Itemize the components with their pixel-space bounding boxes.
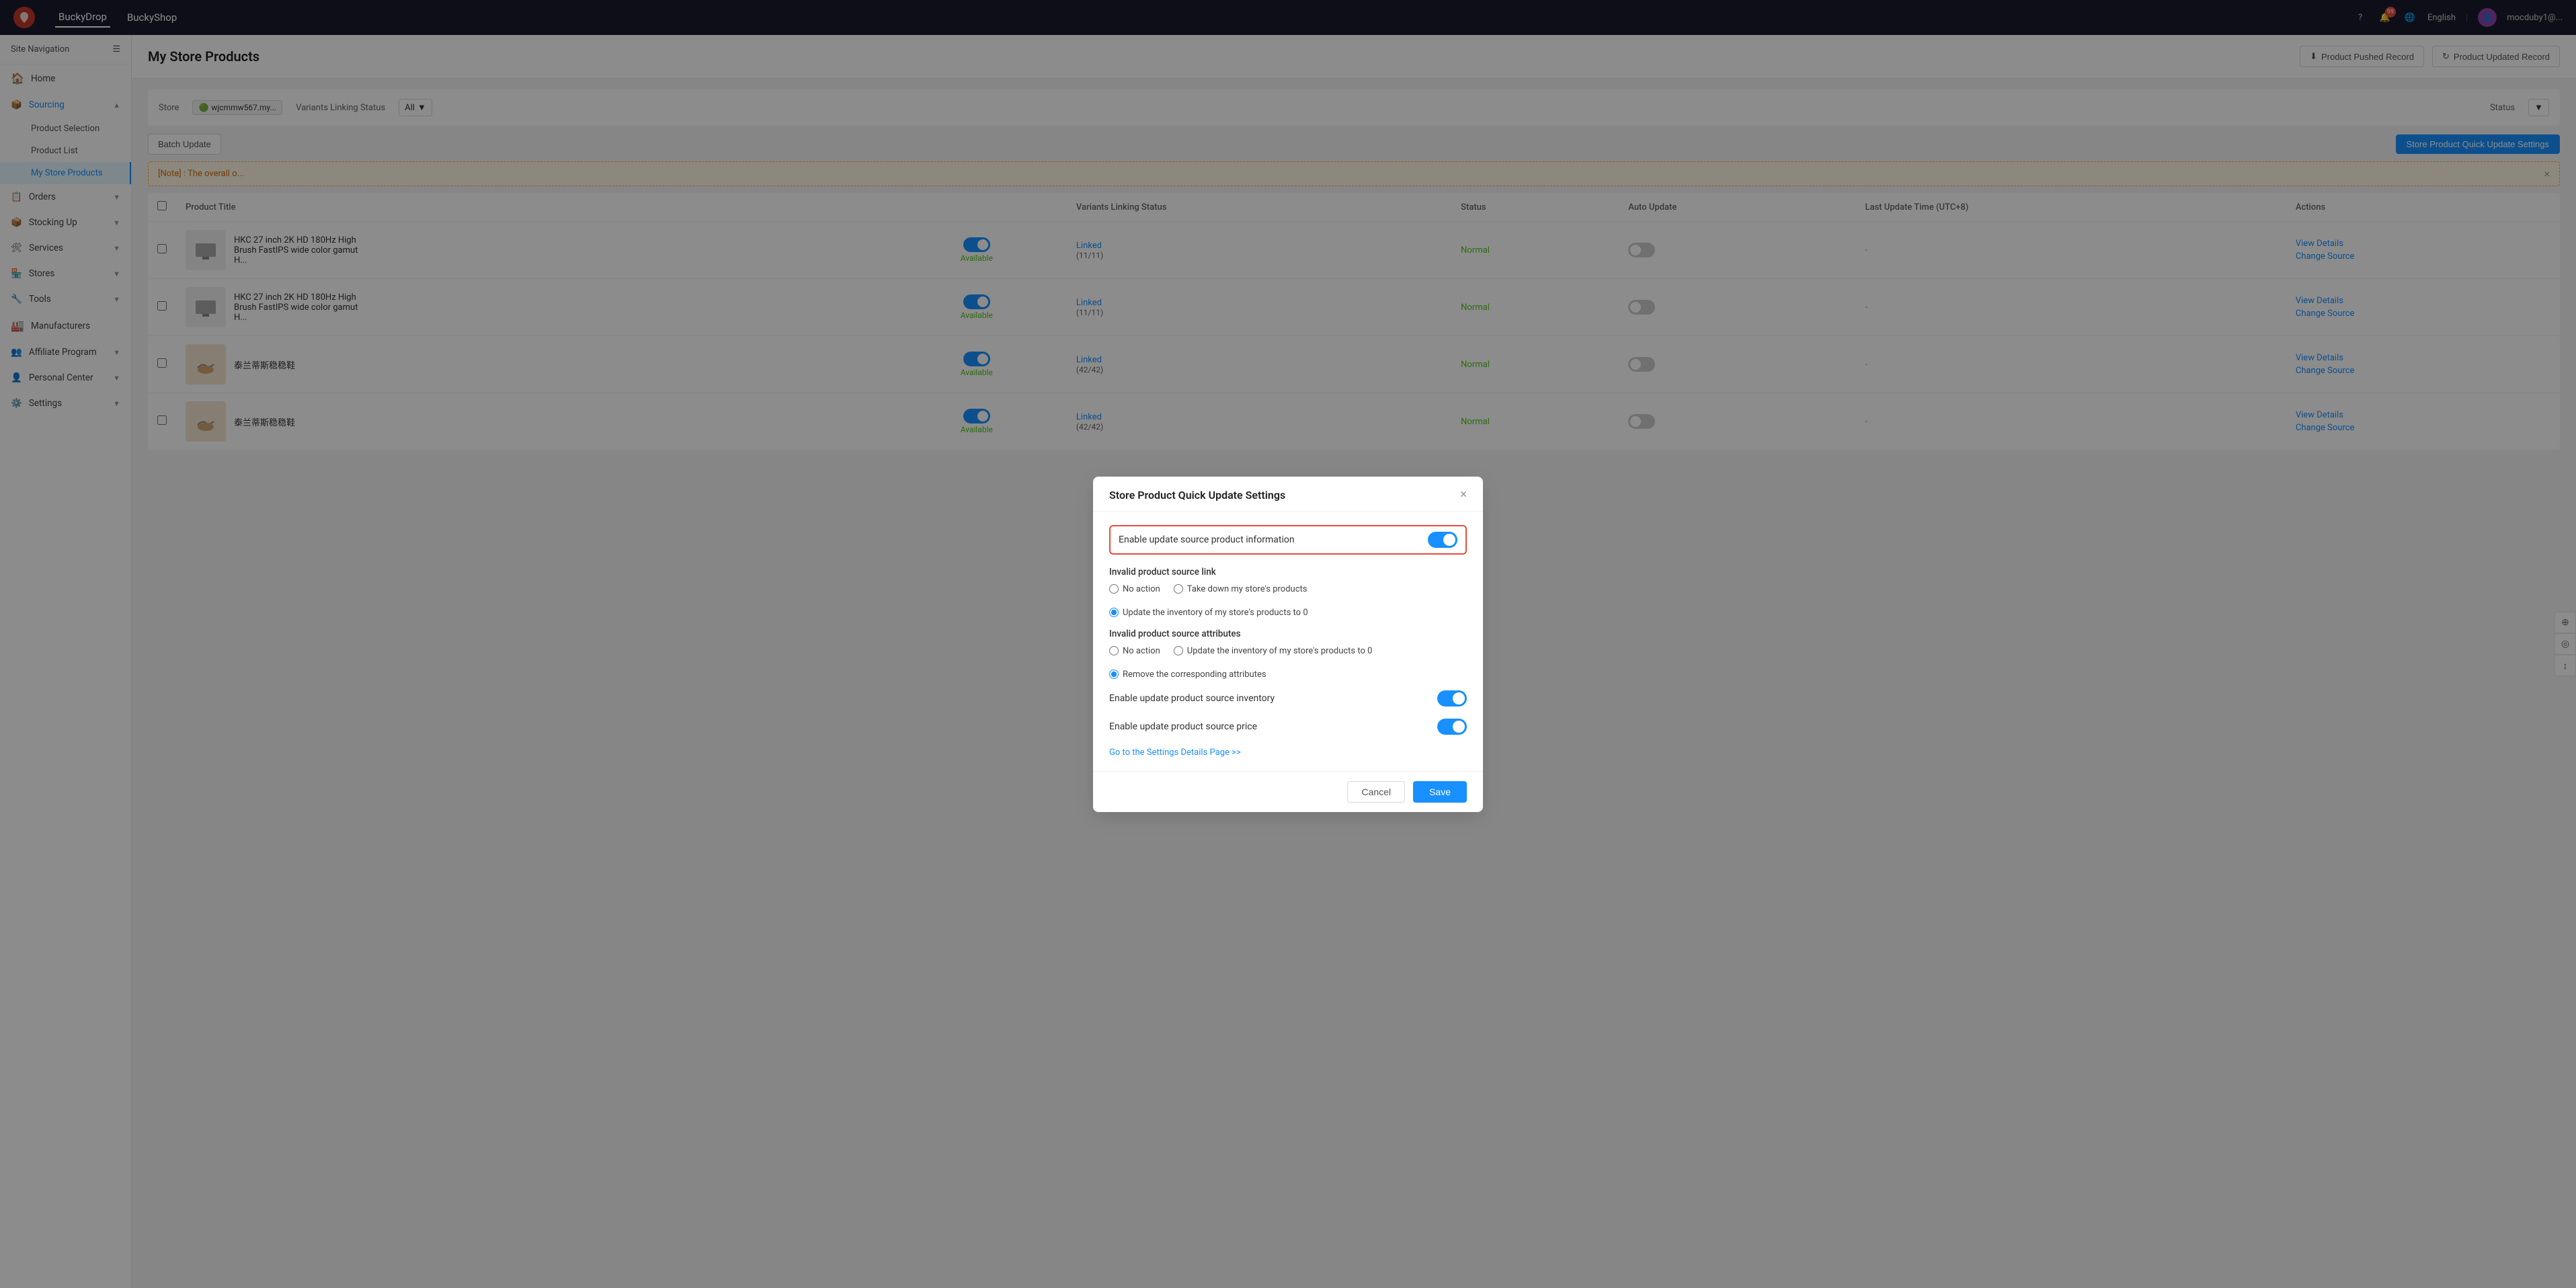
cancel-button[interactable]: Cancel [1347,781,1405,803]
settings-link-row: Go to the Settings Details Page >> [1109,747,1467,758]
invalid-link-radio-group: No action Take down my store's products … [1109,584,1467,618]
link-no-action-label: No action [1123,584,1160,594]
enable-inventory-row: Enable update product source inventory [1109,690,1467,707]
link-take-down-label: Take down my store's products [1187,584,1307,594]
link-update-inventory-option[interactable]: Update the inventory of my store's produ… [1109,608,1308,618]
settings-details-link[interactable]: Go to the Settings Details Page >> [1109,748,1241,758]
attr-update-inventory-option[interactable]: Update the inventory of my store's produ… [1174,646,1373,656]
modal-overlay[interactable]: Store Product Quick Update Settings × En… [0,0,2576,1288]
save-button[interactable]: Save [1413,781,1467,803]
enable-update-toggle[interactable] [1428,532,1457,548]
link-no-action-option[interactable]: No action [1109,584,1160,594]
modal-close-button[interactable]: × [1460,489,1467,501]
link-update-inventory-label: Update the inventory of my store's produ… [1123,608,1308,618]
attr-no-action-label: No action [1123,646,1160,656]
enable-price-toggle[interactable] [1437,719,1467,735]
enable-inventory-toggle[interactable] [1437,690,1467,707]
modal-body: Enable update source product information… [1093,512,1483,771]
quick-update-modal: Store Product Quick Update Settings × En… [1093,477,1483,812]
link-take-down-option[interactable]: Take down my store's products [1174,584,1307,594]
attr-update-inventory-label: Update the inventory of my store's produ… [1187,646,1373,656]
attr-no-action-option[interactable]: No action [1109,646,1160,656]
invalid-attrs-section-label: Invalid product source attributes [1109,629,1467,639]
modal-title: Store Product Quick Update Settings [1109,489,1285,501]
invalid-attrs-radio-group: No action Update the inventory of my sto… [1109,646,1467,680]
attr-remove-label: Remove the corresponding attributes [1123,670,1266,680]
enable-update-highlight: Enable update source product information [1109,525,1467,555]
enable-price-row: Enable update product source price [1109,719,1467,735]
enable-price-label: Enable update product source price [1109,721,1257,732]
enable-inventory-label: Enable update product source inventory [1109,693,1275,704]
modal-footer: Cancel Save [1093,771,1483,812]
enable-update-label: Enable update source product information [1119,534,1295,545]
invalid-link-section-label: Invalid product source link [1109,567,1467,577]
attr-remove-option[interactable]: Remove the corresponding attributes [1109,670,1266,680]
modal-header: Store Product Quick Update Settings × [1093,477,1483,512]
